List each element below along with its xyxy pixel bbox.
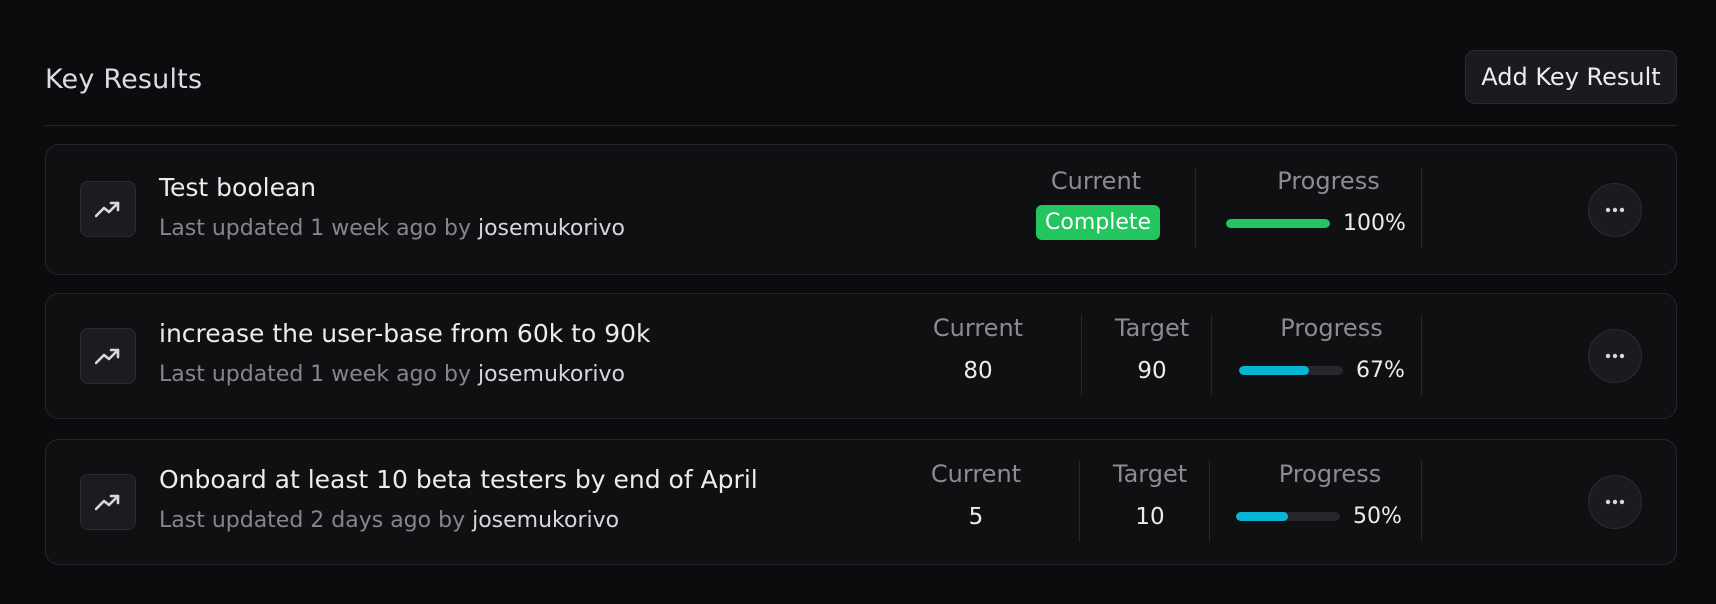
progress-bar <box>1236 512 1340 521</box>
current-value: 80 <box>963 358 993 384</box>
current-value: 5 <box>968 504 984 530</box>
target-value: 10 <box>1135 504 1165 530</box>
more-horizontal-icon <box>1605 499 1625 505</box>
more-options-button[interactable] <box>1588 183 1642 237</box>
progress-bar-fill <box>1226 219 1330 228</box>
progress-bar <box>1226 219 1330 228</box>
current-label: Current <box>1050 167 1142 195</box>
page-title: Key Results <box>45 64 203 95</box>
progress-percent: 50% <box>1353 504 1402 529</box>
progress-percent: 100% <box>1343 211 1406 236</box>
key-results-header: Key Results Add Key Result <box>45 50 1677 126</box>
target-label: Target <box>1112 460 1188 488</box>
progress-bar <box>1239 366 1343 375</box>
divider <box>1081 314 1082 396</box>
current-label: Current <box>930 460 1022 488</box>
author-name: josemukorivo <box>472 508 620 533</box>
trending-up-icon <box>80 181 136 237</box>
trending-up-icon <box>80 328 136 384</box>
last-updated-text: Last updated 2 days ago by <box>159 508 466 533</box>
current-metric: Current 80 <box>912 314 1044 402</box>
last-updated-text: Last updated 1 week ago by <box>159 216 471 241</box>
divider <box>1421 314 1422 396</box>
key-results-list: Test boolean Last updated 1 week ago by … <box>45 144 1677 585</box>
target-metric: Target 10 <box>1084 460 1216 548</box>
key-result-meta: Last updated 1 week ago by josemukorivo <box>159 362 650 387</box>
last-updated-text: Last updated 1 week ago by <box>159 362 471 387</box>
progress-metric: Progress 67% <box>1239 314 1424 402</box>
more-horizontal-icon <box>1605 207 1625 213</box>
progress-percent: 67% <box>1356 358 1405 383</box>
more-options-button[interactable] <box>1588 475 1642 529</box>
target-value: 90 <box>1137 358 1167 384</box>
key-result-card[interactable]: Test boolean Last updated 1 week ago by … <box>45 144 1677 275</box>
more-horizontal-icon <box>1605 353 1625 359</box>
progress-metric: Progress 50% <box>1236 460 1424 548</box>
target-label: Target <box>1114 314 1190 342</box>
author-name: josemukorivo <box>477 362 625 387</box>
trending-up-icon <box>80 474 136 530</box>
divider <box>1421 167 1422 249</box>
progress-label: Progress <box>1278 460 1382 488</box>
divider <box>1209 460 1210 542</box>
add-key-result-button[interactable]: Add Key Result <box>1465 50 1677 104</box>
progress-bar-fill <box>1236 512 1288 521</box>
divider <box>1079 460 1080 542</box>
target-metric: Target 90 <box>1086 314 1218 402</box>
key-result-title[interactable]: increase the user-base from 60k to 90k <box>159 319 650 348</box>
author-name: josemukorivo <box>477 216 625 241</box>
status-badge: Complete <box>1036 205 1161 240</box>
progress-label: Progress <box>1280 314 1383 342</box>
progress-bar-fill <box>1239 366 1309 375</box>
divider <box>1211 314 1212 396</box>
key-result-meta: Last updated 1 week ago by josemukorivo <box>159 216 625 241</box>
key-result-title[interactable]: Test boolean <box>159 173 625 202</box>
progress-metric: Progress 100% <box>1226 167 1431 255</box>
current-metric: Current Complete <box>1036 167 1161 255</box>
key-result-meta: Last updated 2 days ago by josemukorivo <box>159 508 758 533</box>
key-result-title[interactable]: Onboard at least 10 beta testers by end … <box>159 465 758 494</box>
current-label: Current <box>932 314 1024 342</box>
divider <box>1195 167 1196 249</box>
progress-label: Progress <box>1277 167 1380 195</box>
current-metric: Current 5 <box>910 460 1042 548</box>
more-options-button[interactable] <box>1588 329 1642 383</box>
key-result-card[interactable]: increase the user-base from 60k to 90k L… <box>45 293 1677 419</box>
divider <box>1421 460 1422 542</box>
key-result-card[interactable]: Onboard at least 10 beta testers by end … <box>45 439 1677 565</box>
